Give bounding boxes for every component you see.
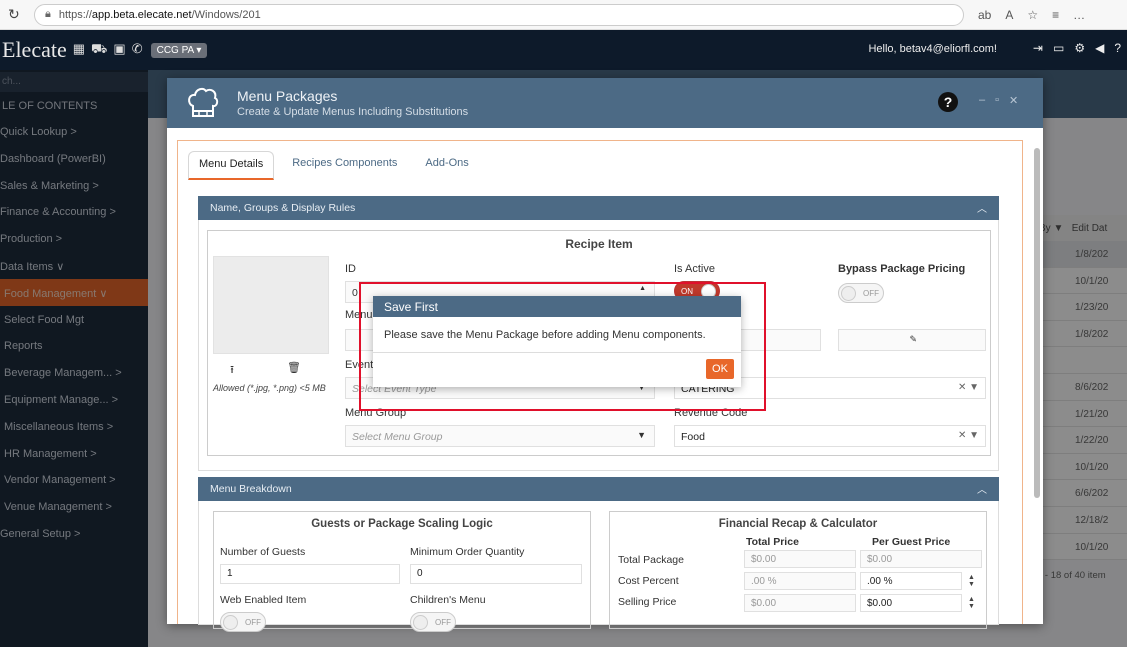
clear-dropdown-icon[interactable]: ✕ ▼ <box>958 382 979 393</box>
section-name-groups-header[interactable]: Name, Groups & Display Rules ︿ <box>198 196 999 220</box>
favorite-icon[interactable]: ☆ <box>1027 8 1038 22</box>
total-package-per-guest: $0.00 <box>860 550 982 568</box>
trash-icon[interactable]: 🗑︎ <box>284 361 304 379</box>
dialog-message: Please save the Menu Package before addi… <box>373 317 741 353</box>
is-active-label: Is Active <box>674 263 715 275</box>
recipe-item-title: Recipe Item <box>565 237 633 251</box>
text-size-icon[interactable]: A <box>1005 8 1013 22</box>
revenue-code-select[interactable]: Food ✕ ▼ <box>674 425 986 447</box>
dialog-title: Save First <box>373 296 741 317</box>
tab-bar: Menu Details Recipes Components Add-Ons <box>188 151 479 180</box>
modal-header: Menu Packages Create & Update Menus Incl… <box>167 78 1043 128</box>
id-label: ID <box>345 263 356 275</box>
web-enabled-toggle[interactable]: OFF <box>220 612 266 632</box>
tab-add-ons[interactable]: Add-Ons <box>415 151 478 180</box>
toggle-state: OFF <box>863 289 879 298</box>
toggle-state: OFF <box>435 618 451 627</box>
help-icon[interactable]: ? <box>1114 41 1121 55</box>
truck-icon[interactable]: ⛟ <box>91 41 107 59</box>
app-logo[interactable]: Elecate <box>2 37 67 63</box>
total-price-header: Total Price <box>746 536 799 548</box>
num-guests-input[interactable]: 1 <box>220 564 400 584</box>
favorites-list-icon[interactable]: ≡ <box>1052 8 1059 22</box>
cost-percent-input[interactable]: .00 % <box>860 572 962 590</box>
url-host: app.beta.elecate.net <box>91 8 192 21</box>
cost-percent-stepper-icon[interactable]: ▲ ▼ <box>968 574 975 588</box>
revenue-code-value: Food <box>681 431 705 443</box>
modal-subtitle: Create & Update Menus Including Substitu… <box>237 106 469 118</box>
clear-dropdown-icon[interactable]: ✕ ▼ <box>958 430 979 441</box>
chevron-up-icon[interactable]: ︿ <box>977 200 987 215</box>
upload-icon[interactable]: ⭱ <box>222 361 242 379</box>
reload-icon[interactable]: ↻ <box>8 6 26 23</box>
pencil-icon[interactable]: ✎ <box>909 334 917 345</box>
url-prefix: https:// <box>58 8 92 21</box>
edit-field[interactable]: ✎ <box>838 329 986 351</box>
num-guests-label: Number of Guests <box>220 546 306 558</box>
id-value: 0 <box>352 287 358 299</box>
modal-title: Menu Packages <box>237 88 338 104</box>
phone-icon[interactable]: ✆ <box>132 41 143 59</box>
bypass-label: Bypass Package Pricing <box>838 263 966 275</box>
financial-title: Financial Recap & Calculator <box>718 518 878 530</box>
selling-price-total: $0.00 <box>744 594 856 612</box>
menu-group-select[interactable]: Select Menu Group ▼ <box>345 425 655 447</box>
logout-icon[interactable]: ⇥ <box>1033 41 1043 55</box>
more-icon[interactable]: … <box>1073 8 1085 22</box>
total-package-total: $0.00 <box>744 550 856 568</box>
lock-icon: 🔒︎ <box>45 8 51 20</box>
url-path: /Windows/201 <box>191 8 261 21</box>
minimize-icon[interactable]: – <box>979 94 985 107</box>
company-name: CCG PA <box>156 44 194 56</box>
close-icon[interactable]: ✕ <box>1009 94 1018 107</box>
calendar-icon[interactable]: ▦ <box>73 41 85 59</box>
address-bar[interactable]: 🔒︎ https://app.beta.elecate.net/Windows/… <box>34 3 964 26</box>
section-title: Name, Groups & Display Rules <box>210 202 356 214</box>
guests-scaling-panel: Guests or Package Scaling Logic Number o… <box>213 511 591 632</box>
browser-toolbar: ↻ 🔒︎ https://app.beta.elecate.net/Window… <box>0 0 1127 30</box>
announce-icon[interactable]: ◀ <box>1095 41 1104 55</box>
company-selector[interactable]: CCG PA ▾ <box>150 42 208 58</box>
toggle-state: OFF <box>245 618 261 627</box>
childrens-menu-toggle[interactable]: OFF <box>410 612 456 632</box>
app-header: Elecate ▦ ⛟ ▣ ✆ CCG PA ▾ Hello, betav4@e… <box>0 30 1127 70</box>
user-greeting: Hello, betav4@eliorfl.com! <box>868 43 997 55</box>
section-menu-breakdown-body: Guests or Package Scaling Logic Number o… <box>198 501 999 632</box>
selling-price-input[interactable]: $0.00 <box>860 594 962 612</box>
settings-icon[interactable]: ⚙ <box>1074 41 1085 55</box>
tab-recipes-components[interactable]: Recipes Components <box>282 151 407 180</box>
section-menu-breakdown-header[interactable]: Menu Breakdown ︿ <box>198 477 999 501</box>
folder-icon[interactable]: ▭ <box>1053 41 1064 55</box>
modal-scrollbar[interactable] <box>1033 136 1041 616</box>
chef-hat-icon <box>188 87 219 117</box>
read-aloud-icon[interactable]: ab <box>978 8 991 22</box>
tab-menu-details[interactable]: Menu Details <box>188 151 275 180</box>
selling-price-label: Selling Price <box>618 596 677 608</box>
save-first-dialog: Save First Please save the Menu Package … <box>373 296 741 387</box>
web-enabled-label: Web Enabled Item <box>220 594 307 606</box>
ok-button[interactable]: OK <box>706 359 734 379</box>
dropdown-icon[interactable]: ▼ <box>637 430 646 440</box>
section-title: Menu Breakdown <box>210 483 292 495</box>
selling-price-stepper-icon[interactable]: ▲ ▼ <box>968 596 975 610</box>
childrens-menu-label: Children's Menu <box>410 594 486 606</box>
guests-title: Guests or Package Scaling Logic <box>311 518 493 530</box>
maximize-icon[interactable]: ▫ <box>995 94 999 107</box>
image-placeholder <box>213 256 329 354</box>
total-package-label: Total Package <box>618 554 684 566</box>
allowed-file-types: Allowed (*.jpg, *.png) <5 MB <box>213 383 326 393</box>
cost-percent-total: .00 % <box>744 572 856 590</box>
min-order-label: Minimum Order Quantity <box>410 546 525 558</box>
help-icon[interactable]: ? <box>938 92 958 112</box>
chevron-up-icon[interactable]: ︿ <box>977 481 987 496</box>
menu-group-placeholder: Select Menu Group <box>352 431 443 443</box>
grid-icon[interactable]: ▣ <box>113 41 125 59</box>
min-order-input[interactable]: 0 <box>410 564 582 584</box>
financial-recap-panel: Financial Recap & Calculator Total Price… <box>609 511 987 629</box>
bypass-toggle[interactable]: OFF <box>838 283 884 303</box>
scroll-thumb[interactable] <box>1034 148 1040 498</box>
cost-percent-label: Cost Percent <box>618 575 679 587</box>
per-guest-price-header: Per Guest Price <box>872 536 951 548</box>
